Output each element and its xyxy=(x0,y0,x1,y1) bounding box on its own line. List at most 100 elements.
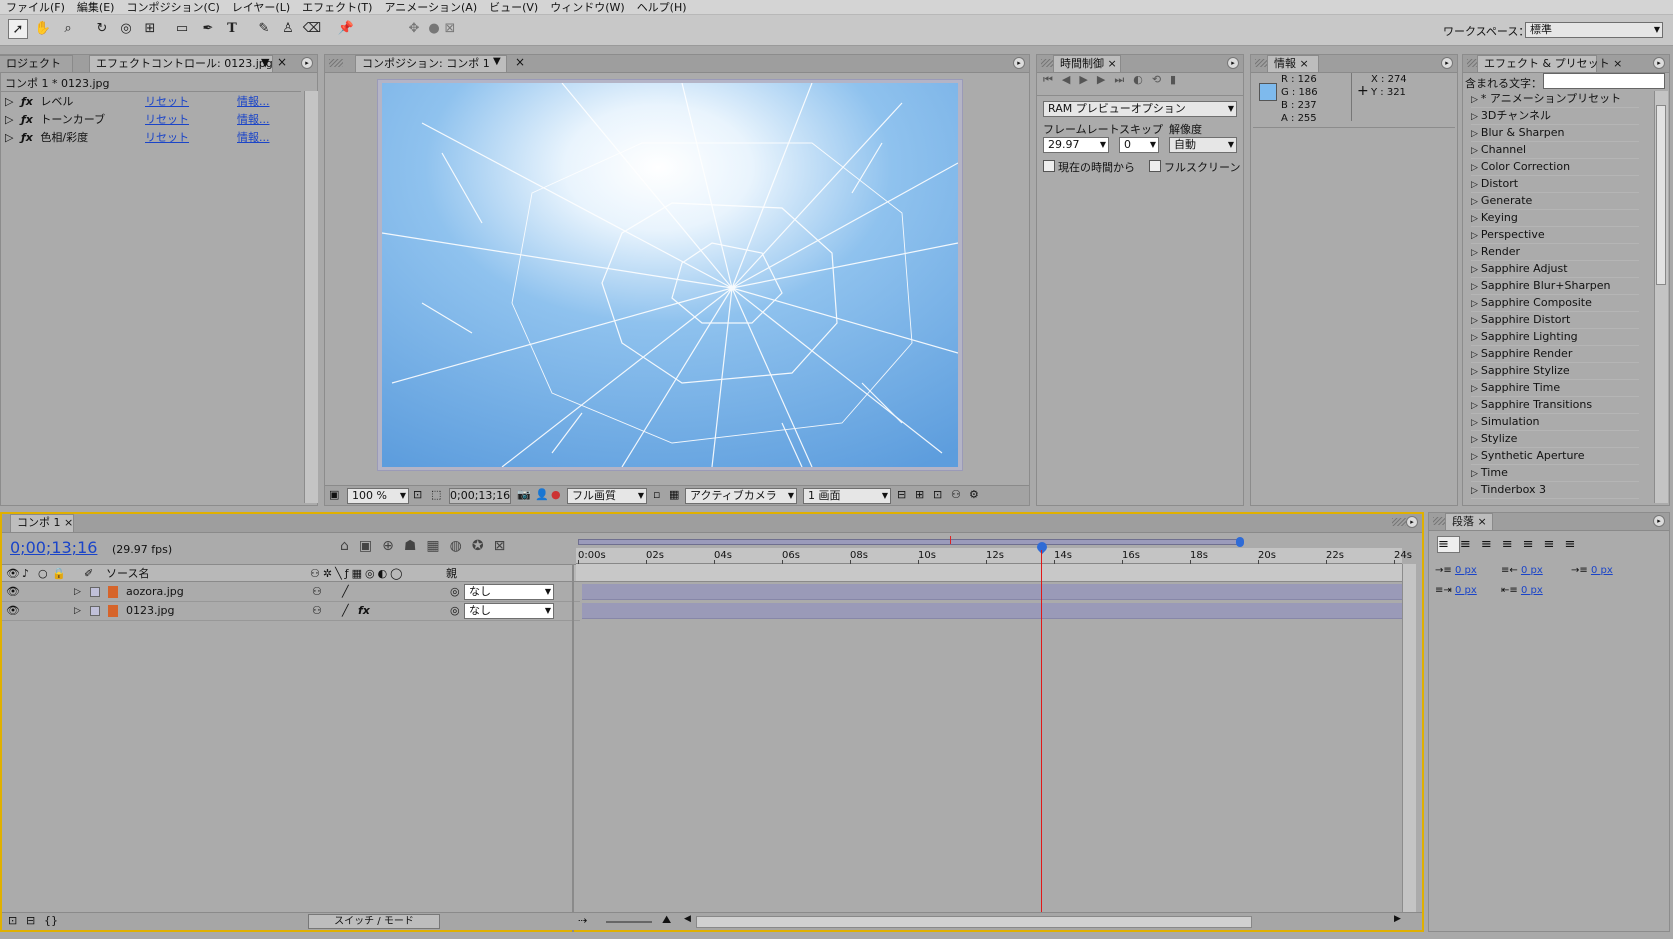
fx-category-item[interactable]: Blur & Sharpen xyxy=(1471,125,1639,142)
expand-arrow-icon[interactable]: ▷ xyxy=(5,131,13,144)
view-layout-select[interactable]: 1 画面 xyxy=(803,488,891,504)
comp-mini-flowchart-icon[interactable]: ⌂ xyxy=(340,538,359,554)
hand-tool-icon[interactable]: ✋ xyxy=(33,19,53,39)
composition-image[interactable] xyxy=(382,83,958,467)
effect-row-curves[interactable]: ▷ ƒx トーンカーブ リセット 情報... xyxy=(5,111,301,128)
vertical-scrollbar[interactable] xyxy=(1402,564,1416,920)
scroll-right-icon[interactable]: ▶ xyxy=(1394,914,1401,924)
layer-name[interactable]: 0123.jpg xyxy=(126,602,175,620)
fx-icon[interactable]: ƒx xyxy=(21,95,33,108)
info-link[interactable]: 情報... xyxy=(237,129,270,146)
close-tab-icon[interactable]: × xyxy=(515,55,525,69)
roi-icon[interactable]: ▫ xyxy=(653,488,660,501)
fast-preview-icon[interactable]: ⊞ xyxy=(915,488,924,501)
live-update-icon[interactable]: ▣ xyxy=(359,538,382,554)
justify-all-icon[interactable]: ≡ xyxy=(1564,537,1585,552)
dropdown-arrow-icon[interactable]: ▼ xyxy=(261,56,269,69)
vertical-scrollbar[interactable] xyxy=(1654,91,1668,503)
panel-grip-icon[interactable] xyxy=(1392,518,1406,526)
tab-info[interactable]: 情報 × xyxy=(1267,55,1319,72)
scroll-left-icon[interactable]: ◀ xyxy=(684,914,691,924)
eye-icon[interactable]: 👁 xyxy=(6,565,20,582)
region-icon[interactable]: ⬚ xyxy=(431,488,441,501)
play-icon[interactable]: ▶ xyxy=(1079,73,1096,86)
tab-project[interactable]: ロジェクト xyxy=(0,55,73,72)
dropdown-arrow-icon[interactable]: ▼ xyxy=(493,56,501,67)
text-tool-icon[interactable]: T xyxy=(222,19,242,39)
last-frame-icon[interactable]: ⏭ xyxy=(1114,73,1133,86)
ram-preview-icon[interactable]: ▮ xyxy=(1170,73,1185,86)
frame-blending-icon[interactable]: ▦ xyxy=(426,538,449,554)
parent-header[interactable]: 親 xyxy=(446,565,457,582)
tab-composition[interactable]: コンポジション: コンポ 1 xyxy=(355,55,507,72)
fx-category-item[interactable]: Sapphire Transitions xyxy=(1471,397,1639,414)
reset-link[interactable]: リセット xyxy=(145,93,189,110)
checkbox-box[interactable] xyxy=(1043,160,1055,172)
fullscreen-checkbox[interactable]: フルスクリーン xyxy=(1149,159,1240,175)
panel-menu-icon[interactable]: ▸ xyxy=(1653,57,1665,69)
graph-editor-icon[interactable]: ✪ xyxy=(472,538,494,554)
justify-right-icon[interactable]: ≡ xyxy=(1544,537,1565,552)
solo-icon[interactable]: ○ xyxy=(38,565,48,582)
panel-menu-icon[interactable]: ▸ xyxy=(1227,57,1239,69)
menu-animation[interactable]: アニメーション(A) xyxy=(378,0,483,15)
fx-category-item[interactable]: * アニメーションプリセット xyxy=(1471,91,1639,108)
align-center-icon[interactable]: ≡ xyxy=(1460,537,1481,552)
framerate-select[interactable]: 29.97 xyxy=(1043,137,1109,153)
always-preview-icon[interactable]: ▣ xyxy=(329,488,339,501)
fx-category-item[interactable]: Synthetic Aperture xyxy=(1471,448,1639,465)
layer-row[interactable]: 👁 ▷ aozora.jpg ⚇ ╱ ◎ なし xyxy=(2,583,580,602)
skip-select[interactable]: 0 xyxy=(1119,137,1159,153)
work-area-range[interactable] xyxy=(578,539,1240,545)
brainstorm-icon[interactable]: ⊠ xyxy=(494,538,516,554)
align-left-icon[interactable]: ≡ xyxy=(1437,536,1460,553)
rectangle-tool-icon[interactable]: ▭ xyxy=(172,19,192,39)
label-color-swatch[interactable] xyxy=(90,587,100,597)
effect-row-hue-saturation[interactable]: ▷ ƒx 色相/彩度 リセット 情報... xyxy=(5,129,301,146)
close-tab-icon[interactable]: × xyxy=(64,516,73,529)
menu-edit[interactable]: 編集(E) xyxy=(71,0,121,15)
layer-row[interactable]: 👁 ▷ 0123.jpg ⚇ ╱ fx ◎ なし xyxy=(2,602,580,621)
checkbox-box[interactable] xyxy=(1149,160,1161,172)
menu-file[interactable]: ファイル(F) xyxy=(0,0,71,15)
current-time-indicator[interactable] xyxy=(1034,539,1050,555)
zoom-out-icon[interactable]: ⇢ xyxy=(578,914,587,927)
panel-grip-icon[interactable] xyxy=(329,59,343,67)
fx-category-item[interactable]: Tinderbox 3 xyxy=(1471,482,1639,499)
fx-category-item[interactable]: Simulation xyxy=(1471,414,1639,431)
menu-view[interactable]: ビュー(V) xyxy=(483,0,544,15)
tab-comp-1[interactable]: コンポ 1 × xyxy=(10,514,74,532)
fx-category-item[interactable]: Stylize xyxy=(1471,431,1639,448)
first-line-value[interactable]: 0 px xyxy=(1591,565,1613,576)
layer-bar[interactable] xyxy=(582,584,1402,600)
label-color-swatch[interactable] xyxy=(90,606,100,616)
puppet-pin-icon[interactable]: 📌 xyxy=(336,19,356,39)
fx-category-item[interactable]: Sapphire Composite xyxy=(1471,295,1639,312)
indent-right-value[interactable]: 0 px xyxy=(1521,565,1543,576)
toggle-pixel-aspect-icon[interactable]: ⊟ xyxy=(897,488,906,501)
fx-category-item[interactable]: Generate xyxy=(1471,193,1639,210)
fx-category-item[interactable]: Keying xyxy=(1471,210,1639,227)
first-frame-icon[interactable]: ⏮ xyxy=(1043,73,1062,86)
zoom-tool-icon[interactable]: ⌕ xyxy=(58,19,78,39)
clone-stamp-icon[interactable]: ♙ xyxy=(278,19,298,39)
label-icon[interactable]: ✐ xyxy=(84,565,93,582)
motion-blur-icon[interactable]: ◍ xyxy=(450,538,472,554)
quality-switch-icon[interactable]: ╱ xyxy=(342,583,349,601)
fx-category-item[interactable]: Distort xyxy=(1471,176,1639,193)
close-tab-icon[interactable]: × xyxy=(1613,57,1622,70)
loop-icon[interactable]: ⟲ xyxy=(1152,73,1170,86)
tab-effect-controls[interactable]: エフェクトコントロール: 0123.jpg xyxy=(89,55,273,72)
pen-tool-icon[interactable]: ✒ xyxy=(198,19,218,39)
visibility-icon[interactable]: 👁 xyxy=(6,583,20,601)
effect-row-levels[interactable]: ▷ ƒx レベル リセット 情報... xyxy=(5,93,301,110)
lock-icon[interactable]: 🔒 xyxy=(52,565,66,582)
fx-category-item[interactable]: Sapphire Lighting xyxy=(1471,329,1639,346)
expand-arrow-icon[interactable]: ▷ xyxy=(5,113,13,126)
show-snapshot-icon[interactable]: 👤 xyxy=(535,488,549,501)
menu-effect[interactable]: エフェクト(T) xyxy=(296,0,378,15)
panel-menu-icon[interactable]: ▸ xyxy=(1406,516,1418,528)
horizontal-scrollbar-thumb[interactable] xyxy=(696,916,1252,928)
hide-shy-icon[interactable]: ☗ xyxy=(404,538,427,554)
eraser-tool-icon[interactable]: ⌫ xyxy=(302,19,322,39)
